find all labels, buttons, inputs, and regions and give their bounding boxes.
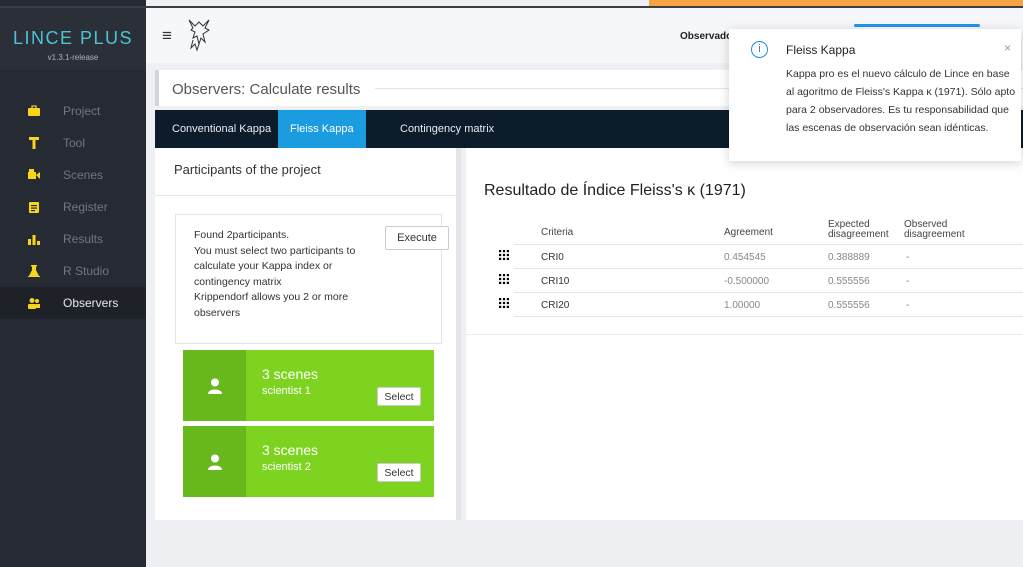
results-title: Resultado de Índice Fleiss's κ (1971) — [484, 182, 746, 199]
video-camera-icon — [27, 168, 41, 182]
table-divider — [514, 316, 1023, 317]
info-toast: i Fleiss Kappa × Kappa pro es el nuevo c… — [729, 29, 1021, 161]
sidebar-item-label: Results — [63, 232, 104, 246]
grid-icon — [499, 298, 509, 308]
criteria-cell: CRI0 — [541, 252, 564, 263]
observed-cell: - — [906, 300, 910, 311]
info-line: You must select two participants to calc… — [194, 244, 356, 288]
sidebar-item-label: Scenes — [63, 168, 104, 182]
participant-name: scientist 2 — [262, 461, 311, 473]
briefcase-icon — [27, 104, 41, 118]
results-panel: Resultado de Índice Fleiss's κ (1971) Cr… — [466, 148, 1023, 520]
page-title: Observers: Calculate results — [172, 81, 361, 98]
participants-panel: Participants of the project Found 2parti… — [155, 148, 461, 520]
select-button[interactable]: Select — [377, 463, 421, 482]
execute-button[interactable]: Execute — [385, 226, 449, 250]
sidebar: LINCE PLUS v1.3.1-release Project Tool S… — [0, 0, 146, 567]
expected-cell: 0.388889 — [828, 252, 870, 263]
grid-icon — [499, 274, 509, 284]
user-icon — [183, 426, 246, 497]
sidebar-item-results[interactable]: Results — [0, 223, 146, 255]
sidebar-item-project[interactable]: Project — [0, 95, 146, 127]
sidebar-item-label: Tool — [63, 136, 86, 150]
app-version: v1.3.1-release — [47, 53, 99, 62]
agreement-cell: -0.500000 — [724, 276, 770, 287]
observed-cell: - — [906, 252, 910, 263]
table-row: CRI20 1.00000 0.555556 - — [499, 292, 1023, 316]
sidebar-item-scenes[interactable]: Scenes — [0, 159, 146, 191]
agreement-cell: 0.454545 — [724, 252, 766, 263]
scene-count: 3 scenes — [262, 442, 319, 458]
sidebar-item-label: Register — [63, 200, 108, 214]
observer-label: Observado — [680, 31, 733, 42]
toast-message: Kappa pro es el nuevo cálculo de Lince e… — [786, 68, 1016, 134]
toast-title: Fleiss Kappa — [786, 43, 856, 57]
observed-cell: - — [906, 276, 910, 287]
hamburger-icon[interactable]: ≡ — [162, 26, 172, 46]
table-row: CRI10 -0.500000 0.555556 - — [499, 268, 1023, 292]
clipboard-icon — [27, 200, 41, 214]
participant-card: 3 scenes scientist 1 Select — [183, 350, 434, 421]
info-line: Found 2participants. — [194, 229, 290, 241]
info-box: Found 2participants. You must select two… — [175, 214, 449, 344]
select-button[interactable]: Select — [377, 387, 421, 406]
bar-chart-icon — [27, 232, 41, 246]
close-icon[interactable]: × — [1004, 41, 1011, 55]
column-header-line: disagreement — [904, 229, 965, 240]
top-action-button[interactable] — [854, 24, 980, 27]
sidebar-item-tool[interactable]: Tool — [0, 127, 146, 159]
criteria-cell: CRI20 — [541, 300, 570, 311]
sidebar-item-r-studio[interactable]: R Studio — [0, 255, 146, 287]
footer-area — [146, 520, 1023, 567]
column-header-observed: Observed disagreement — [904, 220, 965, 240]
sidebar-nav: Project Tool Scenes Register Results R S… — [0, 95, 146, 319]
lynx-logo-icon — [181, 16, 217, 54]
participants-header: Participants of the project — [155, 148, 456, 196]
sidebar-item-register[interactable]: Register — [0, 191, 146, 223]
user-icon — [183, 350, 246, 421]
users-icon — [27, 296, 41, 310]
info-line: Krippendorf allows you 2 or more observe… — [194, 291, 349, 319]
tool-icon — [27, 136, 41, 150]
sidebar-item-label: Project — [63, 104, 101, 118]
flask-icon — [27, 264, 41, 278]
brand: LINCE PLUS v1.3.1-release — [0, 8, 146, 70]
criteria-cell: CRI10 — [541, 276, 570, 287]
tab-fleiss-kappa[interactable]: Fleiss Kappa — [278, 110, 366, 148]
column-header-criteria: Criteria — [541, 227, 574, 238]
table-row: CRI0 0.454545 0.388889 - — [499, 244, 1023, 268]
grid-icon — [499, 250, 509, 260]
column-header-agreement: Agreement — [724, 227, 773, 238]
sidebar-item-label: Observers — [63, 296, 119, 310]
participant-name: scientist 1 — [262, 385, 311, 397]
column-header-expected: Expected disagreement — [828, 220, 889, 240]
scene-count: 3 scenes — [262, 366, 319, 382]
info-icon: i — [751, 41, 768, 58]
column-header-line: disagreement — [828, 229, 889, 240]
sidebar-item-observers[interactable]: Observers — [0, 287, 146, 319]
info-text: Found 2participants. You must select two… — [194, 228, 374, 321]
sidebar-item-label: R Studio — [63, 264, 110, 278]
tab-conventional-kappa[interactable]: Conventional Kappa — [160, 110, 283, 148]
expected-cell: 0.555556 — [828, 300, 870, 311]
expected-cell: 0.555556 — [828, 276, 870, 287]
panel-divider — [466, 334, 1023, 335]
participant-card: 3 scenes scientist 2 Select — [183, 426, 434, 497]
agreement-cell: 1.00000 — [724, 300, 761, 311]
tab-contingency-matrix[interactable]: Contingency matrix — [388, 110, 506, 148]
brand-title: LINCE PLUS — [12, 28, 134, 48]
